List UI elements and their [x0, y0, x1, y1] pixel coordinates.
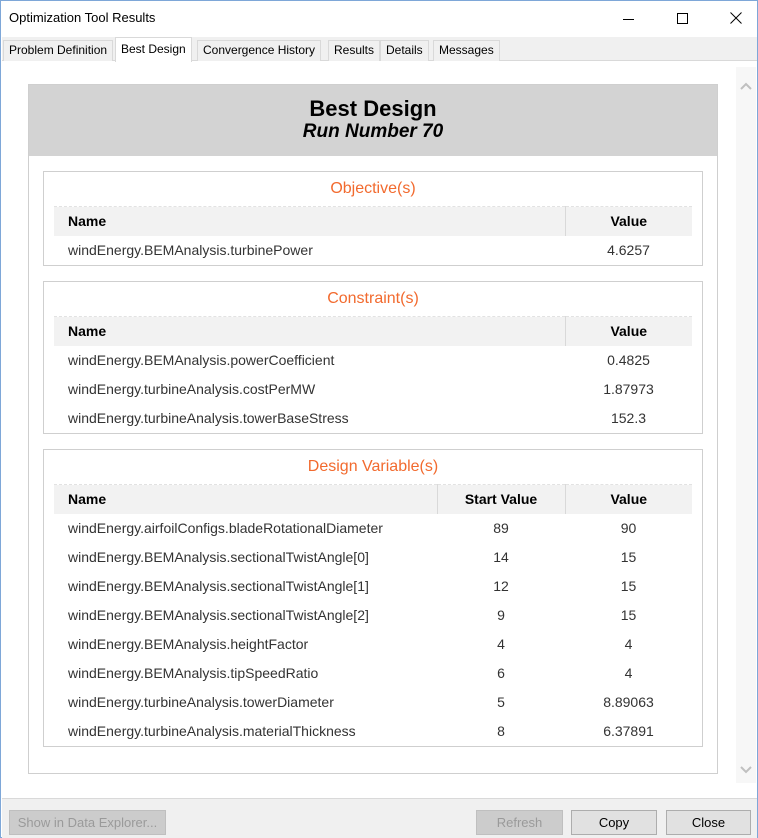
column-header-value: Value	[564, 206, 692, 236]
column-header-name: Name	[54, 206, 565, 236]
constraints-table: Name Value windEnergy.BEMAnalysis.powerC…	[54, 316, 692, 433]
maximize-button[interactable]	[659, 1, 705, 35]
design-variable-name: windEnergy.BEMAnalysis.sectionalTwistAng…	[68, 607, 369, 623]
best-design-panel: Best Design Run Number 70 Objective(s) N…	[2, 61, 757, 798]
design-variable-start-value: 12	[493, 578, 509, 594]
design-variable-value: 8.89063	[603, 694, 654, 710]
run-number: Run Number 70	[302, 121, 444, 142]
refresh-button[interactable]: Refresh	[476, 810, 563, 835]
design-variable-start-value: 14	[493, 549, 509, 565]
window-title: Optimization Tool Results	[9, 10, 156, 25]
table-row: windEnergy.BEMAnalysis.tipSpeedRatio 6 4	[54, 659, 692, 688]
column-header-name: Name	[54, 316, 565, 346]
tab-bar: Problem Definition Best Design Convergen…	[2, 37, 757, 62]
design-variable-value: 4	[624, 665, 633, 681]
table-header-row: Name Start Value Value	[54, 484, 692, 514]
design-variable-name: windEnergy.turbineAnalysis.towerDiameter	[68, 694, 334, 710]
tab-convergence-history[interactable]: Convergence History	[197, 40, 322, 61]
table-row: windEnergy.turbineAnalysis.towerBaseStre…	[54, 404, 692, 433]
table-header-row: Name Value	[54, 316, 692, 346]
vertical-scrollbar[interactable]	[736, 67, 756, 783]
minimize-icon	[622, 18, 634, 20]
report-title: Best Design	[309, 96, 437, 121]
table-row: windEnergy.turbineAnalysis.costPerMW 1.8…	[54, 375, 692, 404]
copy-button[interactable]: Copy	[571, 810, 657, 835]
design-variables-section: Design Variable(s) Name Start Value Valu…	[43, 449, 703, 747]
table-header-row: Name Value	[54, 206, 692, 236]
tab-best-design[interactable]: Best Design	[115, 37, 192, 62]
constraint-name: windEnergy.turbineAnalysis.costPerMW	[68, 381, 316, 397]
optimization-results-window: Optimization Tool Results Problem Defini…	[0, 0, 758, 838]
table-row: windEnergy.turbineAnalysis.materialThick…	[54, 717, 692, 746]
minimize-button[interactable]	[605, 1, 651, 35]
table-row: windEnergy.BEMAnalysis.sectionalTwistAng…	[54, 601, 692, 630]
tab-details[interactable]: Details	[380, 40, 429, 61]
design-variable-value: 6.37891	[603, 723, 654, 739]
table-row: windEnergy.airfoilConfigs.bladeRotationa…	[54, 514, 692, 543]
column-header-value: Value	[564, 316, 692, 346]
column-header-start-value: Start Value	[436, 484, 565, 514]
design-variable-start-value: 89	[493, 520, 509, 536]
objectives-title: Objective(s)	[330, 180, 416, 197]
tab-problem-definition[interactable]: Problem Definition	[3, 40, 114, 61]
objectives-table: Name Value windEnergy.BEMAnalysis.turbin…	[54, 206, 692, 265]
design-variable-value: 90	[620, 520, 637, 536]
column-header-name: Name	[54, 484, 437, 514]
dialog-footer: Show in Data Explorer... Refresh Copy Cl…	[2, 798, 757, 838]
constraint-name: windEnergy.BEMAnalysis.powerCoefficient	[68, 352, 335, 368]
design-variable-value: 15	[620, 607, 637, 623]
maximize-icon	[676, 12, 688, 24]
design-variable-start-value: 9	[497, 607, 505, 623]
constraint-value: 152.3	[610, 410, 647, 426]
design-variable-name: windEnergy.airfoilConfigs.bladeRotationa…	[68, 520, 383, 536]
design-variable-start-value: 6	[497, 665, 505, 681]
table-row: windEnergy.BEMAnalysis.turbinePower 4.62…	[54, 236, 692, 265]
title-bar: Optimization Tool Results	[1, 1, 757, 35]
table-row: windEnergy.turbineAnalysis.towerDiameter…	[54, 688, 692, 717]
constraint-value: 0.4825	[607, 352, 650, 368]
design-variable-name: windEnergy.BEMAnalysis.sectionalTwistAng…	[68, 578, 369, 594]
design-variable-value: 15	[620, 549, 637, 565]
design-variable-name: windEnergy.BEMAnalysis.sectionalTwistAng…	[68, 549, 369, 565]
close-button[interactable]: Close	[666, 810, 751, 835]
show-in-data-explorer-button[interactable]: Show in Data Explorer...	[9, 810, 166, 835]
constraints-title: Constraint(s)	[327, 290, 419, 307]
design-variable-start-value: 5	[497, 694, 505, 710]
design-variable-value: 4	[624, 636, 633, 652]
tab-results[interactable]: Results	[328, 40, 381, 61]
table-row: windEnergy.BEMAnalysis.powerCoefficient …	[54, 346, 692, 375]
constraints-section: Constraint(s) Name Value windEnergy.BEMA…	[43, 281, 703, 434]
table-row: windEnergy.BEMAnalysis.heightFactor 4 4	[54, 630, 692, 659]
constraint-value: 1.87973	[603, 381, 654, 397]
design-variable-name: windEnergy.turbineAnalysis.materialThick…	[68, 723, 356, 739]
objectives-section: Objective(s) Name Value windEnergy.BEMAn…	[43, 171, 703, 266]
constraint-name: windEnergy.turbineAnalysis.towerBaseStre…	[68, 410, 349, 426]
close-window-button[interactable]	[713, 1, 758, 35]
design-variables-table: Name Start Value Value windEnergy.airfoi…	[54, 484, 692, 746]
design-variable-name: windEnergy.BEMAnalysis.heightFactor	[68, 636, 309, 652]
objective-value: 4.6257	[607, 242, 650, 258]
column-header-value: Value	[564, 484, 692, 514]
scroll-up-icon[interactable]	[740, 81, 752, 93]
table-row: windEnergy.BEMAnalysis.sectionalTwistAng…	[54, 572, 692, 601]
objective-name: windEnergy.BEMAnalysis.turbinePower	[68, 242, 313, 258]
report-header: Best Design Run Number 70	[29, 85, 717, 156]
best-design-report: Best Design Run Number 70 Objective(s) N…	[28, 84, 718, 774]
tab-messages[interactable]: Messages	[433, 40, 500, 61]
design-variable-start-value: 4	[497, 636, 505, 652]
scroll-down-icon[interactable]	[740, 763, 752, 775]
design-variables-title: Design Variable(s)	[307, 458, 439, 475]
design-variable-start-value: 8	[497, 723, 505, 739]
design-variable-name: windEnergy.BEMAnalysis.tipSpeedRatio	[68, 665, 319, 681]
design-variable-value: 15	[620, 578, 637, 594]
close-icon	[730, 12, 742, 24]
table-row: windEnergy.BEMAnalysis.sectionalTwistAng…	[54, 543, 692, 572]
